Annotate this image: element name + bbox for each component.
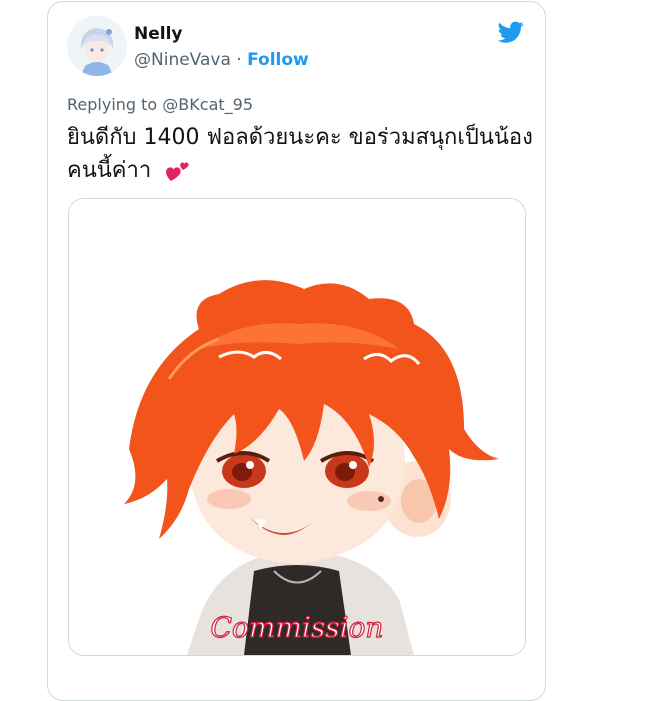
twitter-bird-icon[interactable]: [497, 19, 525, 45]
author-handle[interactable]: @NineVava: [134, 50, 231, 70]
separator: ·: [230, 50, 248, 70]
replying-prefix: Replying to: [67, 95, 163, 114]
tweet-body: ยินดีกับ 1400 ฟอลด้วยนะคะ ขอร่วมสนุกเป็น…: [67, 125, 533, 183]
avatar-illustration: [67, 16, 127, 76]
chibi-character-illustration: Commission: [69, 199, 525, 655]
media-watermark: Commission: [211, 611, 384, 644]
follow-button[interactable]: Follow: [247, 50, 309, 70]
replying-to: Replying to @BKcat_95: [67, 95, 253, 114]
author-name[interactable]: Nelly: [134, 24, 183, 44]
avatar[interactable]: [67, 16, 127, 76]
two-hearts-icon: [166, 162, 189, 181]
author-handle-row: @NineVava · Follow: [134, 50, 309, 70]
replying-mention-link[interactable]: @BKcat_95: [162, 95, 253, 114]
tweet-media-image[interactable]: Commission: [68, 198, 526, 656]
tweet-text: ยินดีกับ 1400 ฟอลด้วยนะคะ ขอร่วมสนุกเป็น…: [67, 121, 537, 187]
